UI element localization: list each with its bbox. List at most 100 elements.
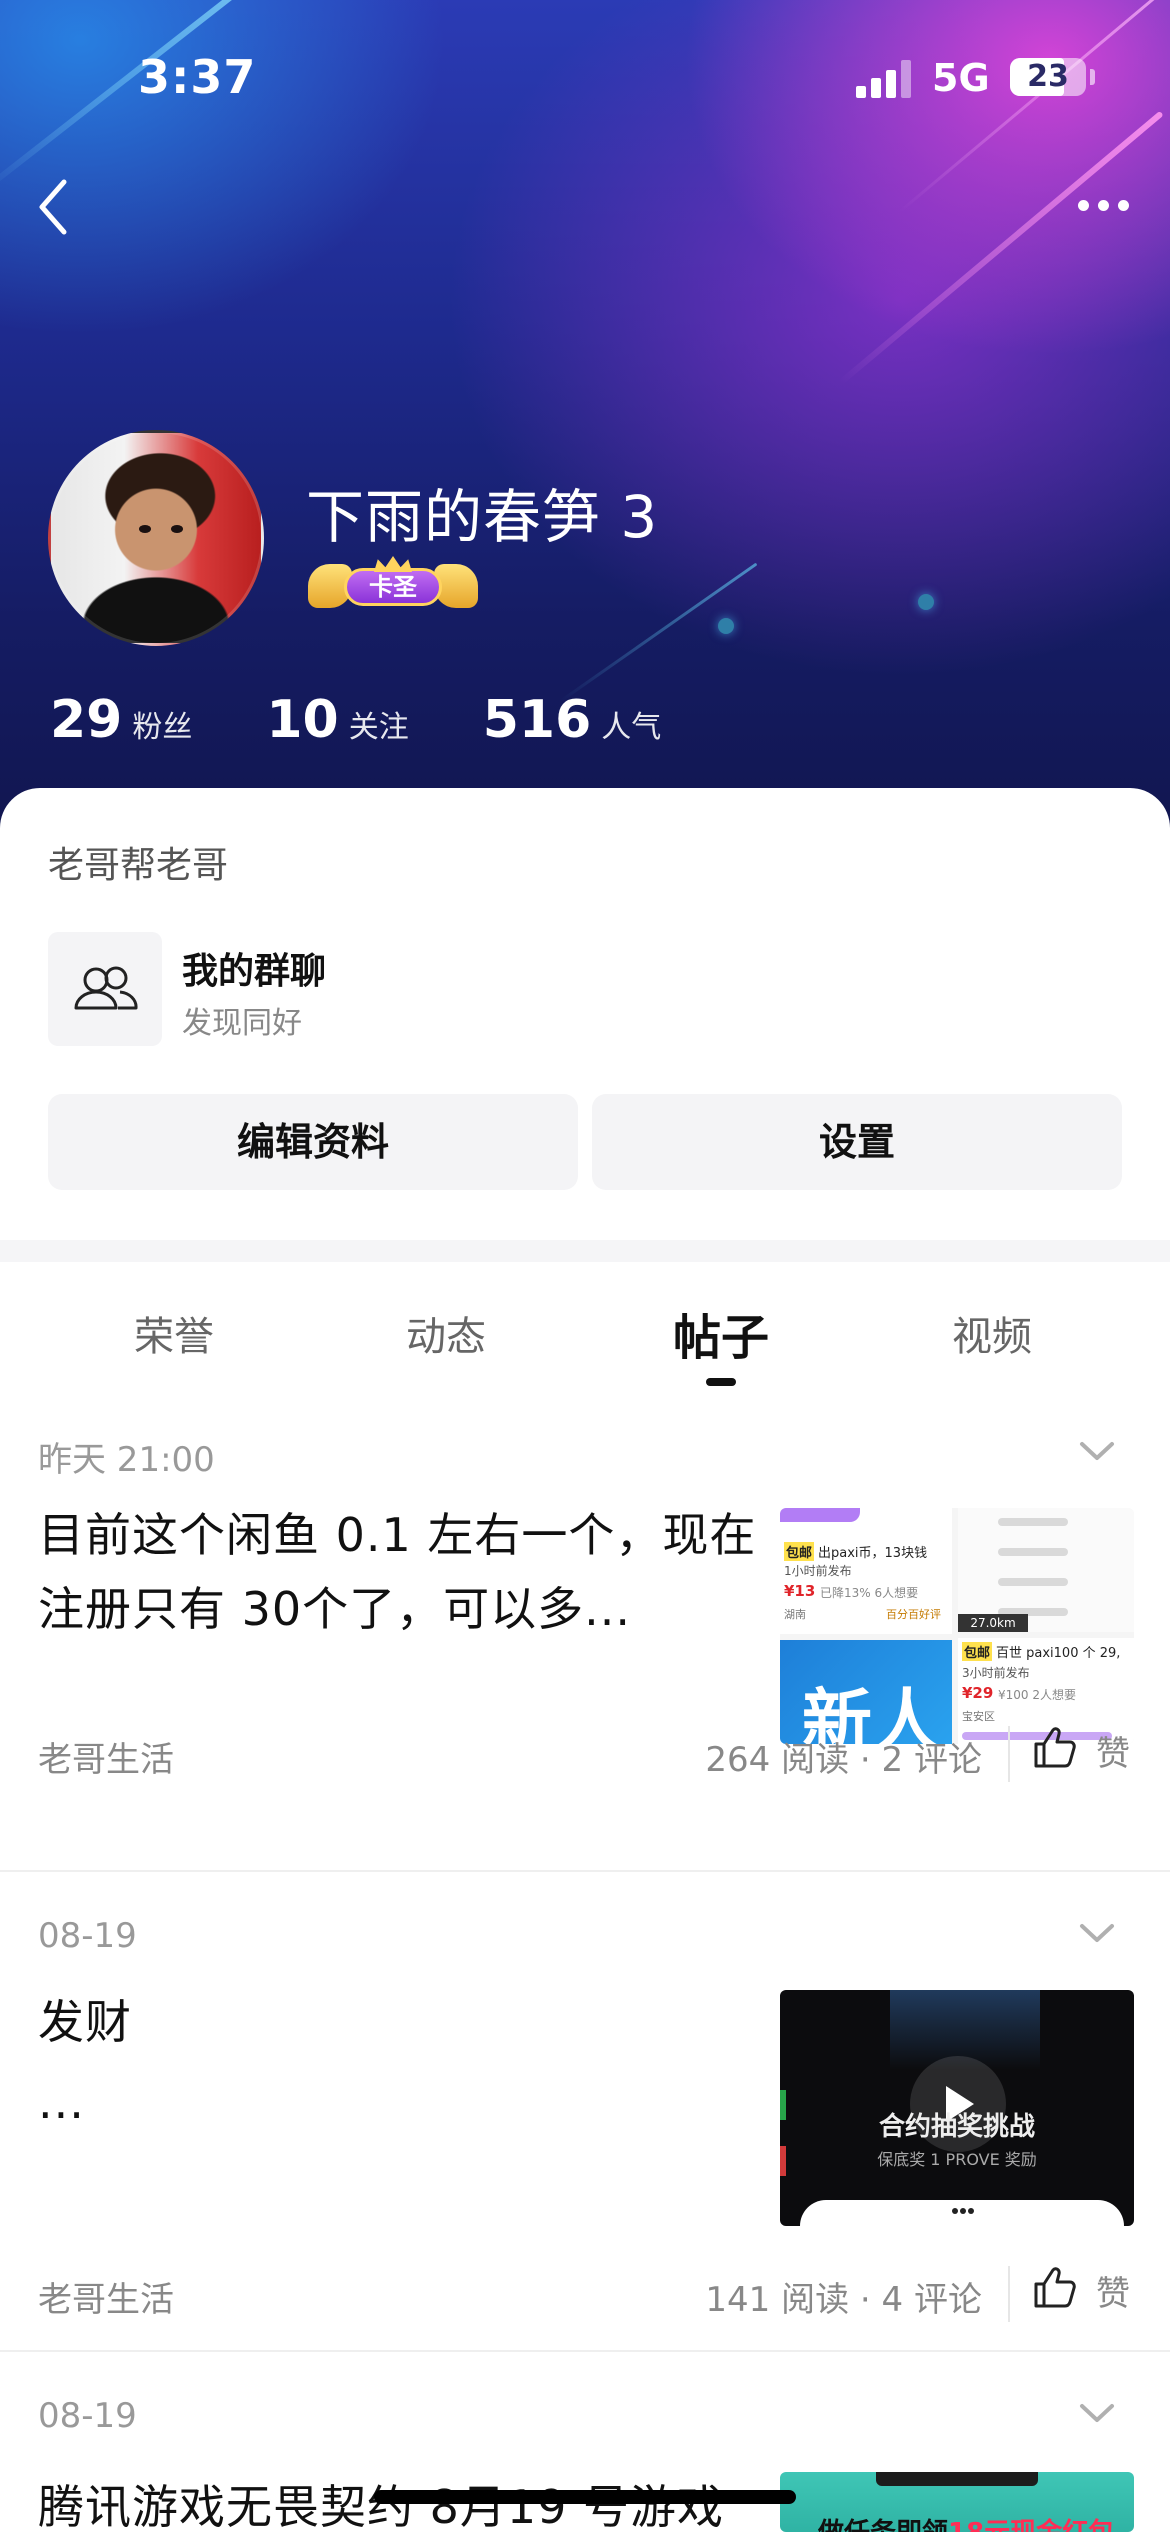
tab-honors[interactable]: 荣誉 xyxy=(134,1304,214,1362)
stat-fans[interactable]: 29 粉丝 xyxy=(50,690,192,750)
active-tab-indicator xyxy=(706,1378,736,1386)
thumbnail-caption-b: 18元现金红包 xyxy=(948,2518,1114,2532)
section-divider xyxy=(0,1240,1170,1262)
list-line xyxy=(998,1578,1068,1586)
thumb-detail xyxy=(876,2472,1038,2486)
like-label: 赞 xyxy=(1096,2274,1130,2314)
chevron-down-icon xyxy=(1080,1442,1114,1460)
post-stats: 264 阅读 · 2 评论 xyxy=(705,1740,982,1780)
like-label: 赞 xyxy=(1096,1734,1130,1774)
profile-card: 老哥帮老哥 我的群聊 发现同好 编辑资料 设置 xyxy=(0,788,1170,1240)
group-chat-subtitle: 发现同好 xyxy=(182,1006,302,1041)
video-caption: 合约抽奖挑战 xyxy=(878,2112,1035,2142)
like-button[interactable]: 赞 xyxy=(1030,2262,1140,2322)
listing-tag: 百分百好评 xyxy=(886,1608,941,1621)
post-menu-button[interactable] xyxy=(1078,1432,1116,1470)
glow-node xyxy=(718,618,734,634)
post-forum-link[interactable]: 老哥生活 xyxy=(38,1732,174,1781)
status-time: 3:37 xyxy=(138,50,257,104)
battery-level: 23 xyxy=(1027,59,1069,94)
more-dot xyxy=(1078,200,1089,211)
listing-price: ¥29 xyxy=(962,1684,994,1702)
post-date: 08-19 xyxy=(38,2396,137,2436)
content-tabs: 荣誉 动态 帖子 视频 xyxy=(0,1262,1170,1392)
tab-activity[interactable]: 动态 xyxy=(406,1304,486,1362)
group-chat-entry[interactable]: 我的群聊 发现同好 xyxy=(48,932,648,1048)
status-bar: 3:37 5G 23 xyxy=(0,0,1170,150)
glow-node xyxy=(918,594,934,610)
group-chat-title: 我的群聊 xyxy=(182,951,327,992)
like-button[interactable]: 赞 xyxy=(1030,1722,1140,1782)
listing-cell: 27.0km xyxy=(958,1508,1134,1632)
stat-label: 人气 xyxy=(601,710,662,745)
chevron-down-icon xyxy=(1080,1924,1114,1942)
level-badge[interactable]: 卡圣 xyxy=(308,556,478,614)
avatar-detail xyxy=(171,525,183,533)
divider xyxy=(1008,2266,1010,2322)
thumbs-up-icon xyxy=(1034,1727,1076,1768)
tab-videos[interactable]: 视频 xyxy=(952,1304,1032,1362)
video-bottom-sheet xyxy=(800,2200,1124,2226)
stat-value: 29 xyxy=(50,690,123,750)
battery-tip xyxy=(1090,69,1095,85)
stat-following[interactable]: 10 关注 xyxy=(266,690,408,750)
sheet-dot xyxy=(952,2208,958,2214)
post-thumbnail[interactable]: 包邮 出paxi币，13块钱 1小时前发布 ¥13 已降13% 6人想要 湖南 … xyxy=(780,1508,1134,1744)
tab-posts[interactable]: 帖子 xyxy=(673,1298,769,1368)
sheet-dot xyxy=(968,2208,974,2214)
users-icon xyxy=(74,966,138,1010)
profile-banner: 3:37 5G 23 下雨的春笋 3 卡圣 29 粉丝 10 关注 516 人气 xyxy=(0,0,1170,830)
avatar-detail xyxy=(139,525,151,533)
chevron-left-icon xyxy=(39,179,67,235)
video-subcaption: 保底奖 1 PROVE 奖励 xyxy=(877,2150,1037,2169)
network-type: 5G xyxy=(932,56,990,100)
post-title: 目前这个闲鱼 0.1 左右一个，现在注册只有 30个了，可以多... xyxy=(38,1508,757,1636)
thumbs-up-icon xyxy=(1034,2267,1076,2308)
level-badge-label: 卡圣 xyxy=(344,568,442,606)
listing-time: 3小时前发布 xyxy=(962,1666,1030,1680)
post-forum-link[interactable]: 老哥生活 xyxy=(38,2272,174,2321)
listing-price: ¥13 xyxy=(784,1582,816,1600)
more-dot xyxy=(1098,200,1109,211)
profile-stats: 29 粉丝 10 关注 516 人气 xyxy=(50,690,735,760)
divider xyxy=(1008,1726,1010,1782)
post-title: 发财 ... xyxy=(38,1995,132,2129)
listing-location: 湖南 xyxy=(784,1608,806,1621)
thumbnail-caption: 做任务即领18元现金红包 xyxy=(818,2512,1114,2532)
stat-popularity[interactable]: 516 人气 xyxy=(483,690,662,750)
listing-cell: 包邮 出paxi币，13块钱 1小时前发布 ¥13 已降13% 6人想要 湖南 … xyxy=(780,1508,952,1634)
avatar[interactable] xyxy=(48,430,264,646)
post-date: 08-19 xyxy=(38,1916,137,1956)
listing-sub: ¥100 2人想要 xyxy=(998,1688,1076,1702)
post-video-thumbnail[interactable]: 合约抽奖挑战 保底奖 1 PROVE 奖励 xyxy=(780,1990,1134,2226)
post-separator xyxy=(0,2350,1170,2352)
back-button[interactable] xyxy=(34,172,94,242)
post-date: 昨天 21:00 xyxy=(38,1440,215,1480)
distance-label: 27.0km xyxy=(958,1614,1028,1632)
list-line xyxy=(998,1548,1068,1556)
thumbnail-caption-a: 做任务即领 xyxy=(818,2518,948,2532)
battery-icon: 23 xyxy=(1010,58,1086,96)
promo-image: 新人 xyxy=(780,1640,952,1744)
stat-value: 516 xyxy=(482,690,592,750)
listing-time: 1小时前发布 xyxy=(784,1564,852,1578)
post-menu-button[interactable] xyxy=(1078,1914,1116,1952)
stat-value: 10 xyxy=(266,690,339,750)
more-options-button[interactable] xyxy=(1072,186,1136,226)
post-separator xyxy=(0,1870,1170,1872)
crown-icon xyxy=(374,556,412,572)
post-thumbnail[interactable]: 做任务即领18元现金红包 xyxy=(780,2472,1134,2532)
username: 下雨的春笋 3 xyxy=(306,483,659,551)
settings-button[interactable]: 设置 xyxy=(592,1094,1122,1190)
home-indicator xyxy=(374,2490,796,2504)
listing-location: 宝安区 xyxy=(962,1710,995,1723)
list-line xyxy=(998,1518,1068,1526)
post-stats: 141 阅读 · 4 评论 xyxy=(705,2280,982,2320)
more-dot xyxy=(1118,200,1129,211)
signal-icon xyxy=(856,60,916,98)
edit-profile-button[interactable]: 编辑资料 xyxy=(48,1094,578,1190)
listing-banner xyxy=(780,1508,860,1522)
group-chat-icon-box xyxy=(48,932,162,1046)
listing-tag: 包邮 xyxy=(784,1542,815,1561)
post-menu-button[interactable] xyxy=(1078,2394,1116,2432)
